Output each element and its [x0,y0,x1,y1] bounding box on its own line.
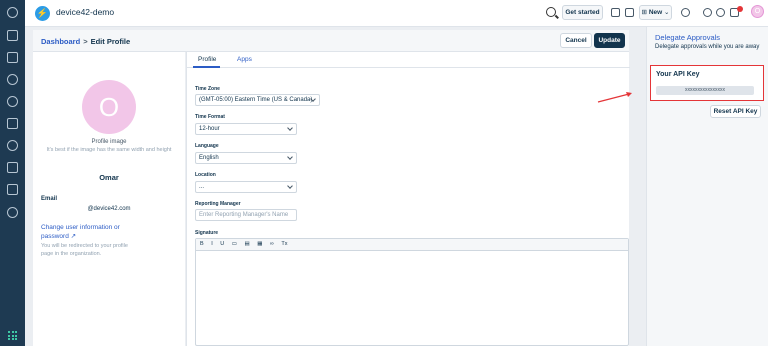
get-started-button[interactable]: Get started [562,5,603,20]
italic-button[interactable]: I [211,241,213,247]
api-key-value[interactable]: xxxxxxxxxxxxxxxx [656,86,754,95]
breadcrumb-dashboard[interactable]: Dashboard [41,37,80,46]
update-button[interactable]: Update [594,33,625,48]
time-format-select[interactable]: 12-hour [195,123,297,135]
dashboard-icon[interactable] [7,7,18,18]
change-user-info-link[interactable]: Change user information or password ↗ [41,223,120,241]
api-key-title: Your API Key [656,71,700,78]
time-format-label: Time Format [195,114,225,120]
link-button[interactable]: ∞ [270,241,274,247]
change-link-line2: password [41,233,69,240]
cancel-button[interactable]: Cancel [560,33,592,48]
reporting-manager-input[interactable]: Enter Reporting Manager's Name [195,209,297,221]
tab-bar: Profile Apps [187,52,630,68]
profile-form: Profile Apps Time Zone (GMT-05:00) Easte… [186,52,630,346]
redirect-note-line2: page in the organization. [41,251,102,257]
gear-icon[interactable] [7,207,18,218]
reporting-manager-label: Reporting Manager [195,201,241,207]
notes-icon[interactable] [625,8,634,17]
timezone-select[interactable]: (GMT-05:00) Eastern Time (US & Canada) [195,94,320,106]
notification-badge [737,6,743,12]
bolt-icon[interactable] [7,96,18,107]
book-icon[interactable] [7,162,18,173]
inbox-icon[interactable] [7,52,18,63]
redirect-note: You will be redirected to your profile pa… [41,242,141,258]
left-nav [0,0,25,346]
timezone-label: Time Zone [195,86,220,92]
reset-api-key-button[interactable]: Reset API Key [710,105,761,118]
email-label: Email [41,196,58,202]
delegate-approvals-subtitle: Delegate approvals while you are away [655,44,760,50]
table-button[interactable]: ▦ [257,241,262,247]
app-name: device42-demo [56,7,115,17]
change-link-line1: Change user information or [41,224,120,231]
breadcrumb-separator: > [83,37,88,46]
page-header: Dashboard > Edit Profile Cancel Update [33,30,629,52]
red-arrow-annotation [597,92,632,103]
profile-card: O Profile image It's best if the image h… [33,52,185,346]
signature-label: Signature [195,230,219,236]
delegate-approvals-link[interactable]: Delegate Approvals [655,33,720,42]
language-label: Language [195,143,219,149]
signature-editor[interactable]: B I U ▭ ▤ ▦ ∞ Tx [195,238,629,346]
external-link-icon: ↗ [70,233,77,240]
layers-icon[interactable] [7,118,18,129]
redirect-note-line1: You will be redirected to your profile [41,243,128,249]
bug-icon[interactable] [7,140,18,151]
apps-grid-icon[interactable] [8,331,17,340]
breadcrumb: Dashboard > Edit Profile [41,37,130,46]
logo-icon: ⚡ [35,6,50,21]
shield-icon[interactable] [7,74,18,85]
user-name: Omar [99,173,119,182]
tickets-icon[interactable] [7,30,18,41]
profile-avatar[interactable]: O [82,80,136,134]
api-key-box: Your API Key xxxxxxxxxxxxxxxx [650,65,764,101]
reports-icon[interactable] [7,184,18,195]
tab-apps[interactable]: Apps [237,56,252,63]
language-select[interactable]: English [195,152,297,164]
profile-image-hint: It's best if the image has the same widt… [46,147,172,153]
search-icon[interactable] [546,7,556,17]
chat-icon[interactable] [703,8,712,17]
editor-toolbar: B I U ▭ ▤ ▦ ∞ Tx [196,239,628,251]
right-panel: Delegate Approvals Delegate approvals wh… [646,27,768,346]
image-button[interactable]: ▭ [232,241,237,247]
profile-image-label: Profile image [91,139,127,145]
tab-profile[interactable]: Profile [198,56,216,63]
bell-icon[interactable] [681,8,690,17]
list-button[interactable]: ▤ [245,241,250,247]
clear-format-button[interactable]: Tx [281,241,287,247]
app: ⚡ device42-demo Get started ⊞ New ⌄ O Da… [0,0,768,346]
location-select[interactable]: ... [195,181,297,193]
underline-button[interactable]: U [220,241,224,247]
top-bar: ⚡ device42-demo Get started ⊞ New ⌄ O [25,0,768,27]
page-title: Edit Profile [90,37,131,46]
calendar-icon[interactable] [611,8,620,17]
help-icon[interactable] [716,8,725,17]
active-tab-indicator [193,66,220,68]
user-avatar[interactable]: O [751,5,764,18]
location-label: Location [195,172,216,178]
bold-button[interactable]: B [200,241,204,247]
new-button[interactable]: ⊞ New ⌄ [639,5,672,20]
email-value: @device42.com [87,206,131,212]
new-label: New [648,9,663,16]
